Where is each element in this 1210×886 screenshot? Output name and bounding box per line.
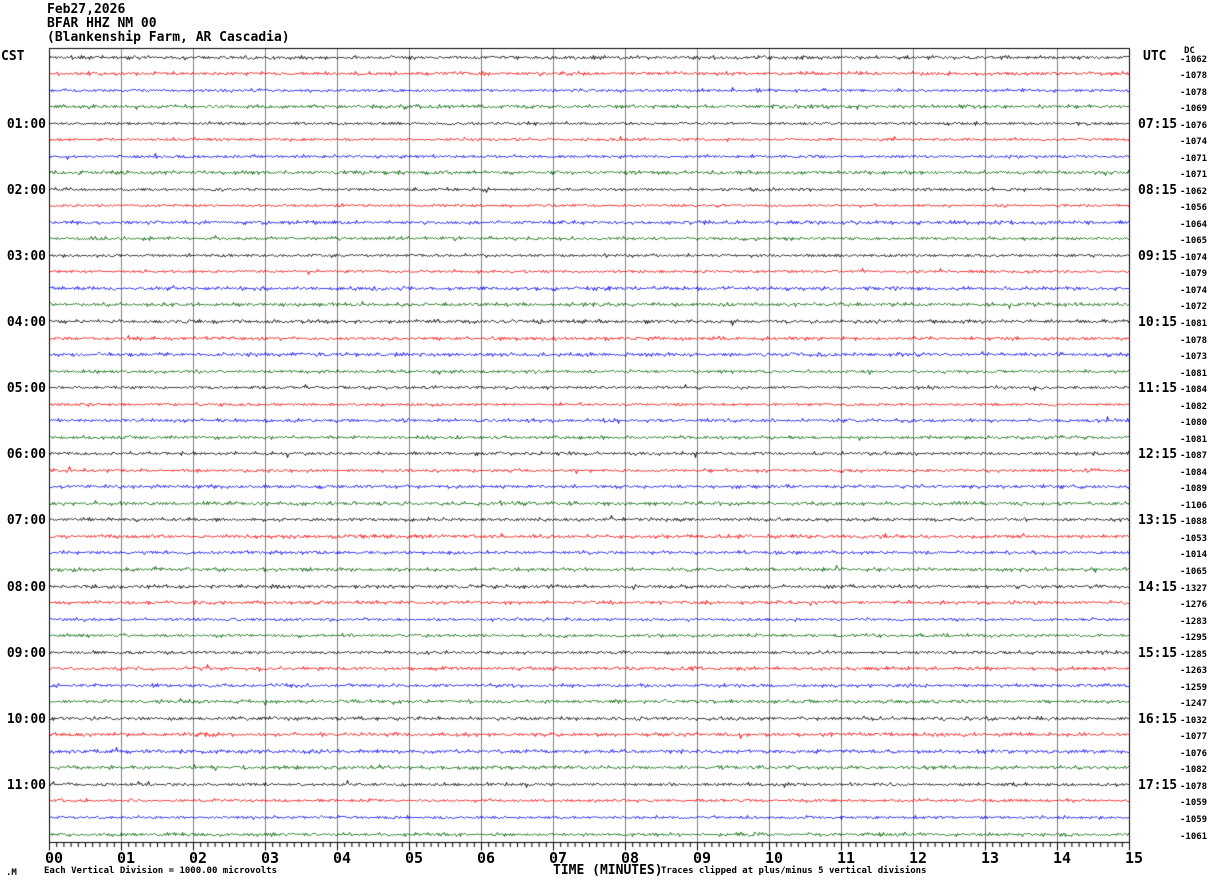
minute-tick-label: 03: [260, 849, 280, 867]
header-station: BFAR HHZ NM 00: [47, 16, 157, 31]
dc-offset-value: -1074: [1180, 253, 1208, 263]
cst-hour-label: 05:00: [6, 381, 46, 396]
left-timezone-label: CST: [1, 49, 25, 64]
dc-offset-value: -1088: [1180, 517, 1208, 527]
minute-tick-label: 14: [1052, 849, 1072, 867]
cst-hour-label: 08:00: [6, 580, 46, 595]
dc-offset-value: -1082: [1180, 765, 1208, 775]
header-date: Feb27,2026: [47, 2, 126, 17]
dc-offset-value: -1081: [1180, 319, 1208, 329]
logo-mark: .M: [6, 868, 17, 878]
dc-offset-value: -1065: [1180, 236, 1208, 246]
dc-offset-value: -1065: [1180, 567, 1208, 577]
dc-offset-value: -1076: [1180, 749, 1208, 759]
minute-tick-label: 10: [764, 849, 784, 867]
dc-offset-value: -1059: [1180, 798, 1208, 808]
dc-offset-value: -1080: [1180, 418, 1208, 428]
dc-offset-value: -1014: [1180, 550, 1208, 560]
minute-tick-label: 15: [1124, 849, 1144, 867]
dc-offset-value: -1074: [1180, 286, 1208, 296]
dc-offset-value: -1081: [1180, 435, 1208, 445]
utc-hour-label: 07:15: [1138, 117, 1178, 132]
vertical-division-scale-note: Each Vertical Division = 1000.00 microvo…: [44, 866, 277, 876]
dc-offset-value: -1069: [1180, 104, 1208, 114]
minute-tick-label: 13: [980, 849, 1000, 867]
utc-hour-label: 15:15: [1138, 646, 1178, 661]
utc-hour-label: 17:15: [1138, 778, 1178, 793]
dc-offset-value: -1062: [1180, 187, 1208, 197]
cst-hour-label: 06:00: [6, 447, 46, 462]
minute-tick-label: 02: [188, 849, 208, 867]
dc-offset-value: -1053: [1180, 534, 1208, 544]
dc-offset-value: -1078: [1180, 336, 1208, 346]
dc-offset-value: -1276: [1180, 600, 1208, 610]
minute-tick-label: 04: [332, 849, 352, 867]
dc-offset-value: -1071: [1180, 154, 1208, 164]
utc-hour-label: 12:15: [1138, 447, 1178, 462]
webicorder-page: Feb27,2026 BFAR HHZ NM 00 (Blankenship F…: [0, 0, 1210, 886]
cst-hour-label: 10:00: [6, 712, 46, 727]
dc-offset-value: -1295: [1180, 633, 1208, 643]
dc-offset-value: -1283: [1180, 617, 1208, 627]
dc-offset-value: -1056: [1180, 203, 1208, 213]
utc-hour-label: 09:15: [1138, 249, 1178, 264]
utc-hour-label: 10:15: [1138, 315, 1178, 330]
x-axis-title: TIME (MINUTES): [553, 863, 663, 878]
cst-hour-label: 02:00: [6, 183, 46, 198]
dc-offset-value: -1077: [1180, 732, 1208, 742]
cst-hour-label: 11:00: [6, 778, 46, 793]
utc-hour-label: 11:15: [1138, 381, 1178, 396]
utc-hour-label: 08:15: [1138, 183, 1178, 198]
utc-hour-label: 14:15: [1138, 580, 1178, 595]
dc-offset-value: -1072: [1180, 302, 1208, 312]
dc-offset-value: -1079: [1180, 269, 1208, 279]
dc-offset-value: -1071: [1180, 170, 1208, 180]
minute-tick-label: 09: [692, 849, 712, 867]
dc-offset-value: -1074: [1180, 137, 1208, 147]
clip-note: Traces clipped at plus/minus 5 vertical …: [661, 866, 927, 876]
minute-tick-label: 11: [836, 849, 856, 867]
minute-tick-label: 05: [404, 849, 424, 867]
cst-hour-label: 04:00: [6, 315, 46, 330]
dc-offset-value: -1082: [1180, 402, 1208, 412]
dc-offset-value: -1084: [1180, 385, 1208, 395]
minute-tick-label: 00: [44, 849, 64, 867]
dc-offset-value: -1285: [1180, 650, 1208, 660]
dc-offset-value: -1078: [1180, 782, 1208, 792]
utc-hour-label: 13:15: [1138, 513, 1178, 528]
dc-offset-value: -1078: [1180, 88, 1208, 98]
dc-offset-value: -1259: [1180, 683, 1208, 693]
utc-hour-label: 16:15: [1138, 712, 1178, 727]
dc-offset-value: -1078: [1180, 71, 1208, 81]
dc-offset-value: -1081: [1180, 369, 1208, 379]
dc-offset-value: -1089: [1180, 484, 1208, 494]
dc-offset-value: -1076: [1180, 121, 1208, 131]
right-timezone-label: UTC: [1143, 49, 1167, 64]
header-location: (Blankenship Farm, AR Cascadia): [47, 30, 290, 45]
minute-tick-label: 01: [116, 849, 136, 867]
cst-hour-label: 03:00: [6, 249, 46, 264]
dc-offset-value: -1059: [1180, 815, 1208, 825]
dc-offset-value: -1061: [1180, 832, 1208, 842]
dc-offset-value: -1064: [1180, 220, 1208, 230]
dc-offset-value: -1062: [1180, 55, 1208, 65]
helicorder-trace-canvas: [0, 0, 1210, 886]
cst-hour-label: 01:00: [6, 117, 46, 132]
dc-offset-value: -1084: [1180, 468, 1208, 478]
cst-hour-label: 07:00: [6, 513, 46, 528]
minute-tick-label: 12: [908, 849, 928, 867]
dc-offset-value: -1327: [1180, 584, 1208, 594]
dc-offset-value: -1087: [1180, 451, 1208, 461]
cst-hour-label: 09:00: [6, 646, 46, 661]
dc-offset-value: -1032: [1180, 716, 1208, 726]
dc-offset-value: -1247: [1180, 699, 1208, 709]
minute-tick-label: 06: [476, 849, 496, 867]
dc-offset-value: -1106: [1180, 501, 1208, 511]
dc-offset-value: -1073: [1180, 352, 1208, 362]
dc-offset-value: -1263: [1180, 666, 1208, 676]
